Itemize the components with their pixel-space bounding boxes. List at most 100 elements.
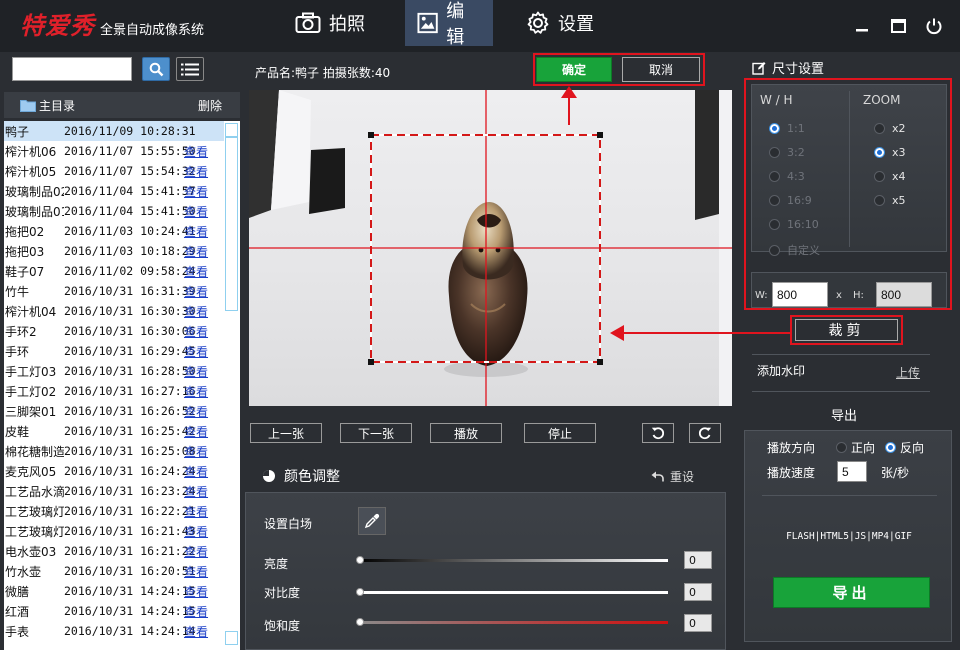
rotate-left-button[interactable]	[642, 423, 674, 443]
previous-button[interactable]: 上一张	[250, 423, 322, 443]
confirm-button[interactable]: 确定	[536, 57, 612, 82]
ratio-option-radio[interactable]: 4:3	[769, 170, 805, 183]
direction-reverse-radio[interactable]: 反向	[885, 439, 924, 456]
file-list-row[interactable]: 竹水壶 2016/10/31 16:20:51 查看	[4, 561, 240, 581]
view-link[interactable]: 查看	[184, 163, 208, 180]
brightness-slider[interactable]	[356, 556, 668, 564]
view-link[interactable]: 查看	[184, 383, 208, 400]
upload-watermark-link[interactable]: 上传	[896, 364, 920, 381]
file-list-row[interactable]: 玻璃制品01 2016/11/04 15:41:50 查看	[4, 201, 240, 221]
view-link[interactable]: 查看	[184, 483, 208, 500]
white-balance-picker-button[interactable]	[358, 507, 386, 535]
saturation-slider-knob[interactable]	[356, 618, 364, 626]
file-list-row[interactable]: 榨汁机05 2016/11/07 15:54:32 查看	[4, 161, 240, 181]
cancel-button[interactable]: 取消	[622, 57, 700, 82]
height-input[interactable]	[876, 282, 932, 307]
view-link[interactable]: 查看	[184, 603, 208, 620]
stop-button[interactable]: 停止	[524, 423, 596, 443]
crop-handle-top-left[interactable]	[368, 132, 374, 138]
crop-handle-bottom-left[interactable]	[368, 359, 374, 365]
brightness-value[interactable]: 0	[684, 551, 712, 569]
view-link[interactable]: 查看	[184, 303, 208, 320]
view-link[interactable]: 查看	[184, 543, 208, 560]
view-link[interactable]: 查看	[184, 143, 208, 160]
tab-photo[interactable]: 拍照	[283, 0, 377, 46]
view-link[interactable]: 查看	[184, 423, 208, 440]
scroll-up-button[interactable]	[225, 123, 238, 137]
file-list-row[interactable]: 竹牛 2016/10/31 16:31:39 查看	[4, 281, 240, 301]
file-list-row[interactable]: 榨汁机06 2016/11/07 15:55:50 查看	[4, 141, 240, 161]
ratio-option-radio[interactable]: 自定义	[769, 242, 820, 258]
file-list-row[interactable]: 工艺玻璃灯 2016/10/31 16:21:43 查看	[4, 521, 240, 541]
file-list-row[interactable]: 红酒 2016/10/31 14:24:15 查看	[4, 601, 240, 621]
file-list-row[interactable]: 微膳 2016/10/31 14:24:15 查看	[4, 581, 240, 601]
file-list-row[interactable]: 拖把02 2016/11/03 10:24:41 查看	[4, 221, 240, 241]
ratio-option-radio[interactable]: 3:2	[769, 146, 805, 159]
view-link[interactable]: 查看	[184, 463, 208, 480]
zoom-option-radio[interactable]: x2	[874, 122, 906, 135]
file-list-row[interactable]: 鞋子07 2016/11/02 09:58:24 查看	[4, 261, 240, 281]
file-list-row[interactable]: 电水壶03 2016/10/31 16:21:22 查看	[4, 541, 240, 561]
image-preview[interactable]	[249, 90, 732, 406]
tab-edit[interactable]: 编辑	[405, 0, 493, 48]
next-button[interactable]: 下一张	[340, 423, 412, 443]
file-list-row[interactable]: 手环 2016/10/31 16:29:45 查看	[4, 341, 240, 361]
zoom-option-radio[interactable]: x5	[874, 194, 906, 207]
file-list-row[interactable]: 手环2 2016/10/31 16:30:06 查看	[4, 321, 240, 341]
play-speed-input[interactable]	[837, 461, 867, 482]
file-list-scrollbar[interactable]	[224, 121, 240, 650]
width-input[interactable]	[772, 282, 828, 307]
file-list-row[interactable]: 麦克风05 2016/10/31 16:24:24 查看	[4, 461, 240, 481]
crop-handle-bottom-right[interactable]	[597, 359, 603, 365]
view-link[interactable]: 查看	[184, 183, 208, 200]
zoom-option-radio[interactable]: x4	[874, 170, 906, 183]
play-button[interactable]: 播放	[430, 423, 502, 443]
file-list-row[interactable]: 拖把03 2016/11/03 10:18:29 查看	[4, 241, 240, 261]
ratio-option-radio[interactable]: 1:1	[769, 122, 805, 135]
view-link[interactable]: 查看	[184, 283, 208, 300]
file-list-row[interactable]: 手工灯02 2016/10/31 16:27:16 查看	[4, 381, 240, 401]
scroll-down-button[interactable]	[225, 631, 238, 645]
export-button[interactable]: 导出	[773, 577, 930, 608]
contrast-value[interactable]: 0	[684, 583, 712, 601]
crop-handle-top-right[interactable]	[597, 132, 603, 138]
list-view-button[interactable]	[176, 57, 204, 81]
crop-button[interactable]: 裁剪	[795, 319, 898, 341]
view-link[interactable]: 查看	[184, 203, 208, 220]
power-icon[interactable]	[925, 17, 943, 35]
view-link[interactable]: 查看	[184, 243, 208, 260]
delete-button[interactable]: 删除	[198, 97, 222, 114]
contrast-slider-knob[interactable]	[356, 588, 364, 596]
contrast-slider[interactable]	[356, 588, 668, 596]
file-list-row[interactable]: 皮鞋 2016/10/31 16:25:42 查看	[4, 421, 240, 441]
view-link[interactable]: 查看	[184, 323, 208, 340]
view-link[interactable]: 查看	[184, 263, 208, 280]
tab-settings[interactable]: 设置	[514, 0, 606, 46]
root-directory[interactable]: 主目录	[20, 97, 75, 114]
file-list-row[interactable]: 工艺品水滴 2016/10/31 16:23:24 查看	[4, 481, 240, 501]
search-button[interactable]	[142, 57, 170, 81]
file-list-row[interactable]: 玻璃制品02 2016/11/04 15:41:57 查看	[4, 181, 240, 201]
view-link[interactable]: 查看	[184, 343, 208, 360]
file-list-row[interactable]: 工艺玻璃灯 2016/10/31 16:22:21 查看	[4, 501, 240, 521]
file-list-row[interactable]: 榨汁机04 2016/10/31 16:30:30 查看	[4, 301, 240, 321]
file-list-row[interactable]: 三脚架01 2016/10/31 16:26:52 查看	[4, 401, 240, 421]
view-link[interactable]: 查看	[184, 223, 208, 240]
view-link[interactable]: 查看	[184, 523, 208, 540]
view-link[interactable]: 查看	[184, 443, 208, 460]
maximize-icon[interactable]	[890, 17, 908, 35]
view-link[interactable]: 查看	[184, 583, 208, 600]
search-input[interactable]	[12, 57, 132, 81]
view-link[interactable]: 查看	[184, 503, 208, 520]
file-list-row[interactable]: 手表 2016/10/31 14:24:14 查看	[4, 621, 240, 641]
file-list-row[interactable]: 手工灯03 2016/10/31 16:28:50 查看	[4, 361, 240, 381]
saturation-value[interactable]: 0	[684, 614, 712, 632]
view-link[interactable]: 查看	[184, 403, 208, 420]
zoom-option-radio[interactable]: x3	[874, 146, 906, 159]
direction-forward-radio[interactable]: 正向	[836, 439, 875, 456]
ratio-option-radio[interactable]: 16:9	[769, 194, 812, 207]
rotate-right-button[interactable]	[689, 423, 721, 443]
view-link[interactable]: 查看	[184, 363, 208, 380]
view-link[interactable]: 查看	[184, 563, 208, 580]
scroll-thumb[interactable]	[225, 137, 238, 311]
